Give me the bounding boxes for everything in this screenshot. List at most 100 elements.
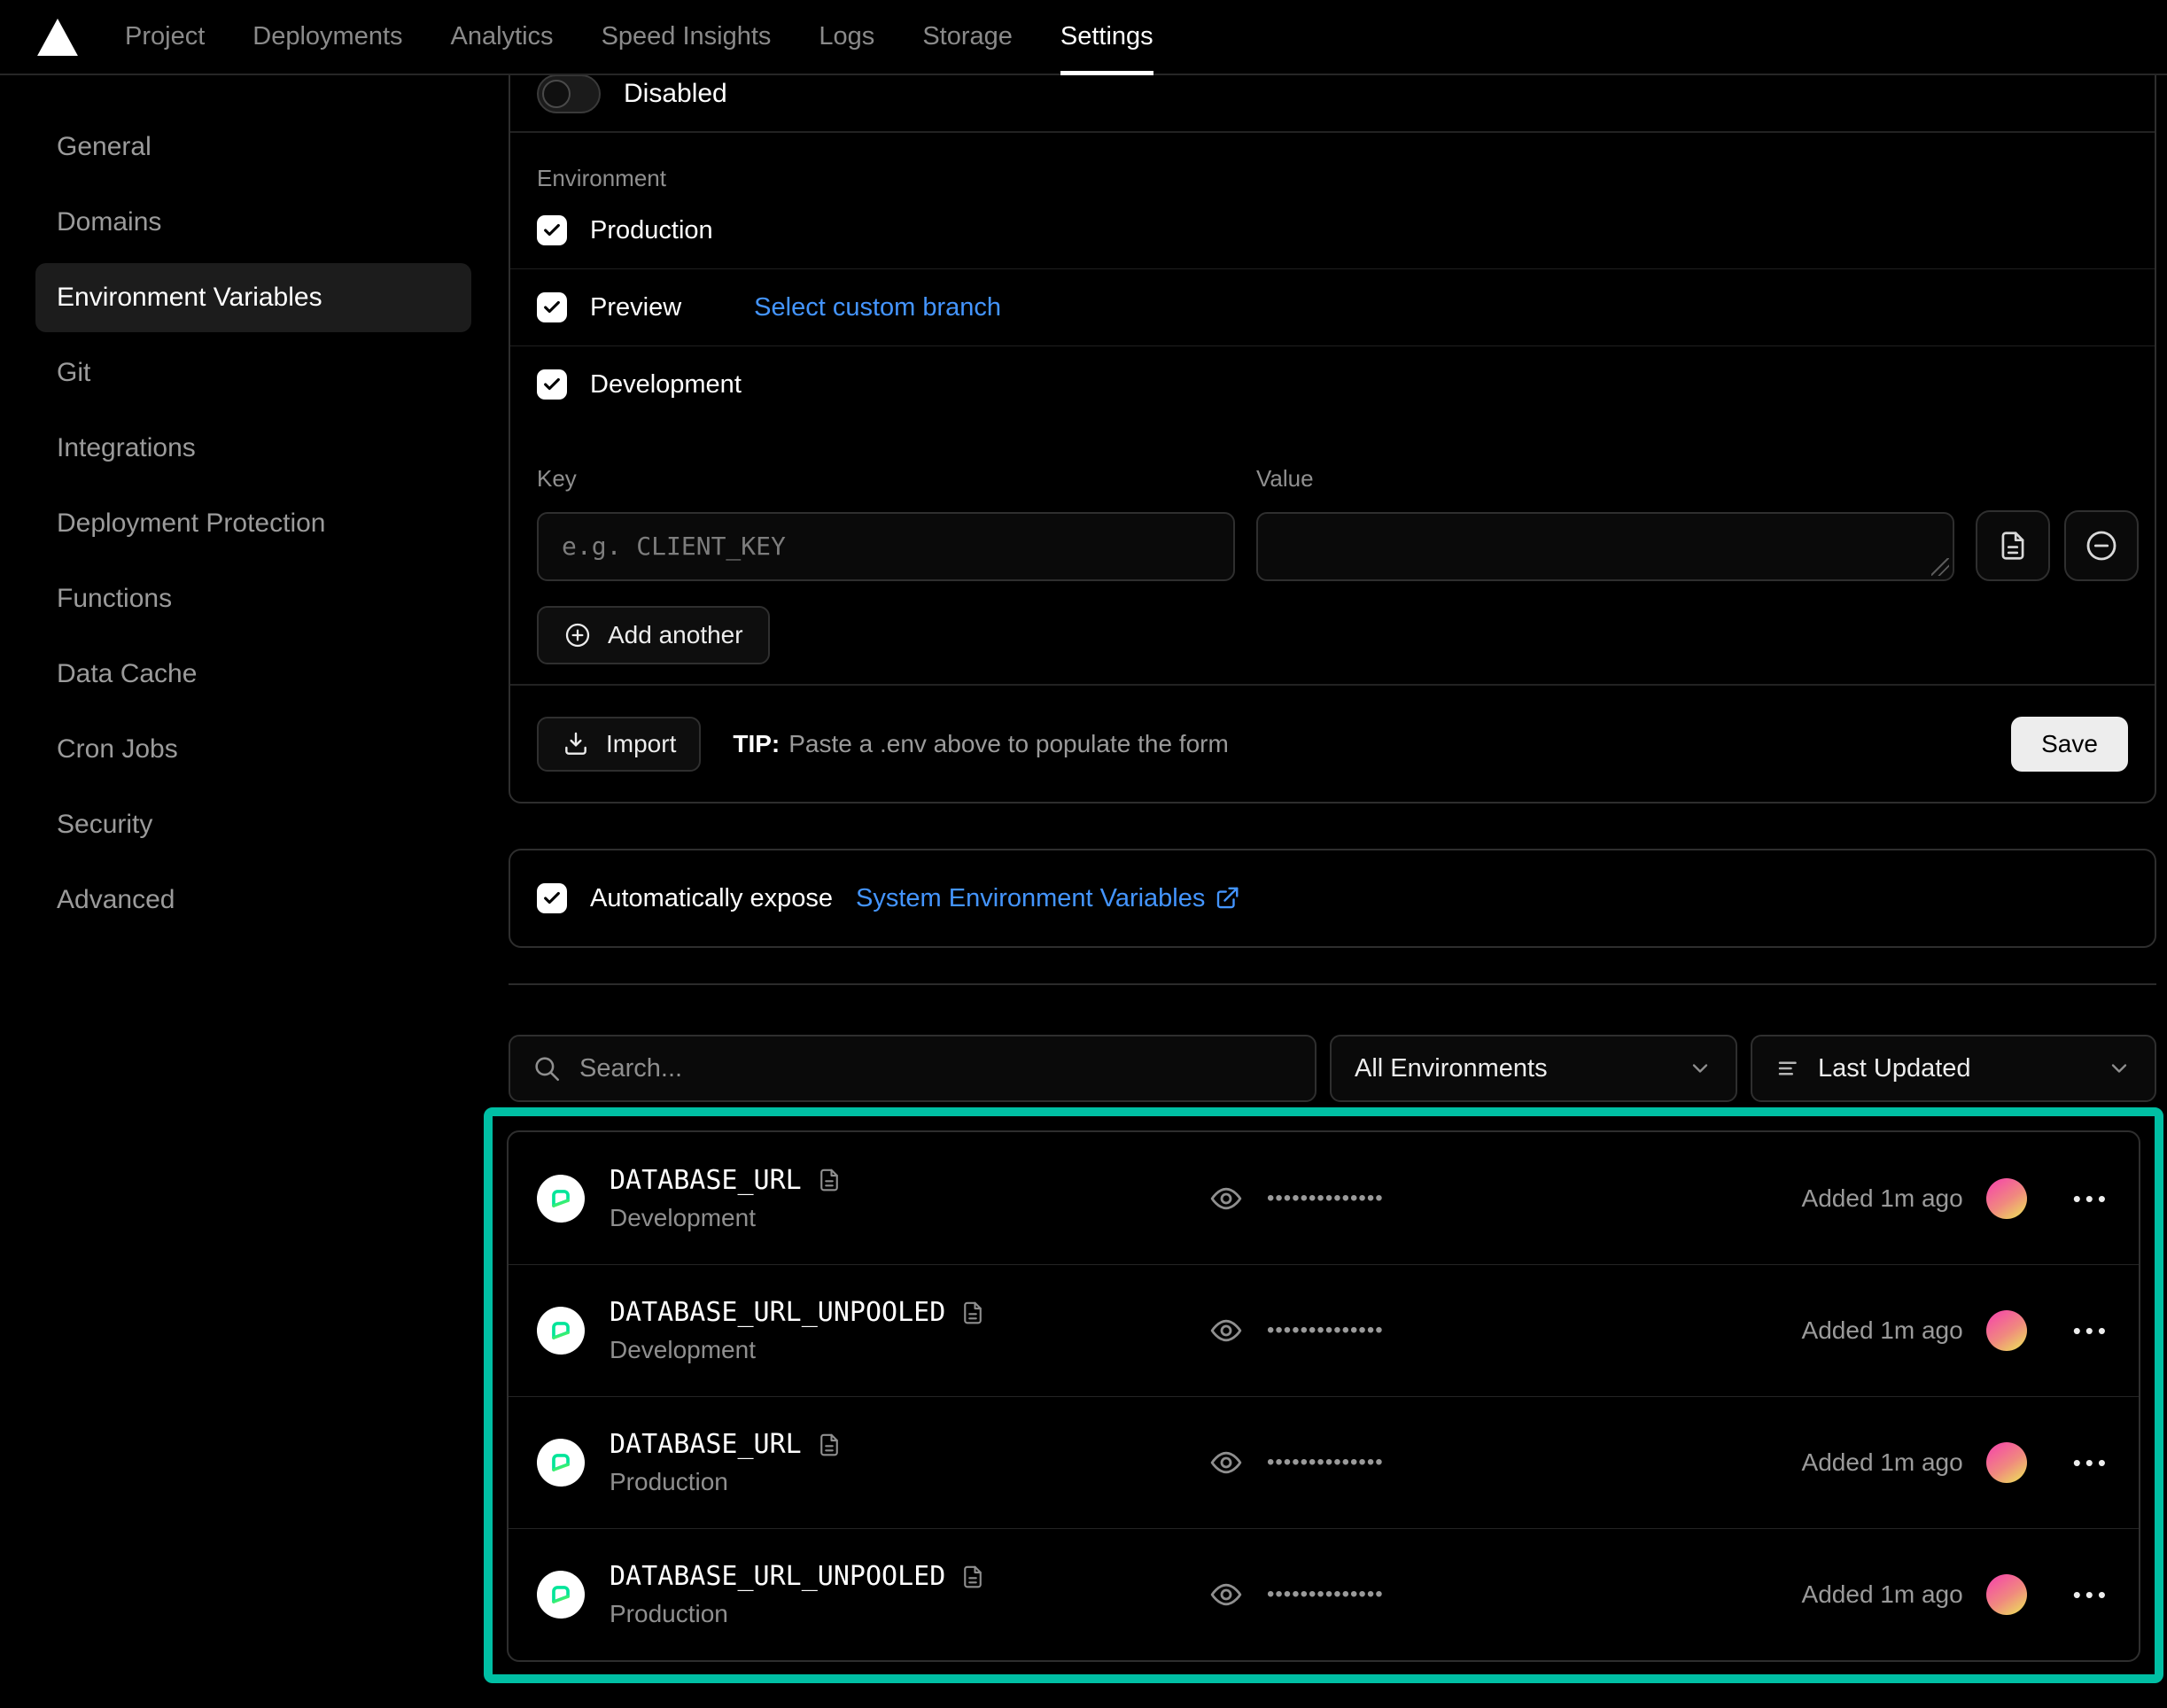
user-avatar [1986, 1178, 2027, 1219]
disabled-toggle[interactable] [537, 74, 601, 113]
row-menu-button[interactable]: ••• [2073, 1319, 2110, 1342]
system-env-variables-link[interactable]: System Environment Variables [856, 884, 1240, 913]
row-menu-button[interactable]: ••• [2073, 1187, 2110, 1210]
sidebar-item-general[interactable]: General [35, 113, 471, 182]
environment-option-preview: Preview Select custom branch [510, 269, 2155, 345]
add-another-label: Add another [608, 621, 743, 649]
system-env-expose-card: Automatically expose System Environment … [509, 849, 2156, 948]
variable-meta: Added 1m ago ••• [1802, 1442, 2110, 1483]
sidebar-item-cron-jobs[interactable]: Cron Jobs [35, 715, 471, 784]
neon-integration-icon [537, 1571, 585, 1619]
development-checkbox[interactable] [537, 369, 567, 400]
note-icon [816, 1167, 843, 1193]
expose-label: Automatically expose [590, 884, 833, 913]
chevron-down-icon [2107, 1056, 2132, 1081]
check-icon [542, 375, 562, 394]
preview-label: Preview [590, 293, 681, 322]
sidebar-item-domains[interactable]: Domains [35, 188, 471, 257]
masked-value: •••••••••••••• [1267, 1450, 1384, 1475]
search-input[interactable] [579, 1054, 1293, 1083]
divider [509, 983, 2156, 985]
variable-environment: Production [610, 1468, 1208, 1496]
sidebar-item-advanced[interactable]: Advanced [35, 866, 471, 935]
added-timestamp: Added 1m ago [1802, 1580, 1963, 1609]
sidebar-item-deployment-protection[interactable]: Deployment Protection [35, 489, 471, 558]
env-variable-row: DATABASE_URL Development •••••••••••••• … [509, 1132, 2139, 1264]
tip-text: TIP:Paste a .env above to populate the f… [733, 730, 1228, 758]
variable-environment: Development [610, 1204, 1208, 1232]
expose-checkbox[interactable] [537, 883, 567, 913]
sidebar-item-integrations[interactable]: Integrations [35, 414, 471, 483]
select-custom-branch-link[interactable]: Select custom branch [754, 293, 1001, 322]
search-icon [532, 1053, 562, 1083]
external-link-icon [1214, 885, 1240, 912]
preview-checkbox[interactable] [537, 292, 567, 322]
variable-meta: Added 1m ago ••• [1802, 1310, 2110, 1351]
sidebar-item-functions[interactable]: Functions [35, 564, 471, 633]
toggle-label: Disabled [624, 79, 727, 109]
sidebar-item-data-cache[interactable]: Data Cache [35, 640, 471, 709]
row-menu-button[interactable]: ••• [2073, 1583, 2110, 1606]
added-timestamp: Added 1m ago [1802, 1448, 1963, 1477]
key-field: Key [537, 465, 1235, 581]
import-label: Import [606, 730, 676, 758]
variable-meta: Added 1m ago ••• [1802, 1178, 2110, 1219]
import-button[interactable]: Import [537, 717, 701, 772]
sort-value: Last Updated [1818, 1054, 1971, 1083]
tip-bold: TIP: [733, 730, 780, 757]
sensitive-toggle-row: Disabled [537, 69, 2155, 119]
nav-tab-deployments[interactable]: Deployments [229, 0, 426, 74]
variable-environment: Production [610, 1600, 1208, 1628]
sort-dropdown[interactable]: Last Updated [1751, 1035, 2156, 1102]
variable-value: •••••••••••••• [1208, 1313, 1384, 1348]
eye-icon [1208, 1577, 1244, 1612]
added-timestamp: Added 1m ago [1802, 1184, 1963, 1213]
top-nav: Project Deployments Analytics Speed Insi… [0, 0, 2167, 75]
remove-row-button[interactable] [2064, 510, 2139, 581]
nav-tab-speed-insights[interactable]: Speed Insights [578, 0, 796, 74]
check-icon [542, 889, 562, 908]
nav-tab-settings[interactable]: Settings [1037, 0, 1177, 74]
user-avatar [1986, 1442, 2027, 1483]
nav-tab-storage[interactable]: Storage [898, 0, 1037, 74]
chevron-down-icon [1688, 1056, 1713, 1081]
key-input[interactable] [537, 512, 1235, 581]
download-icon [562, 730, 590, 758]
variable-value: •••••••••••••• [1208, 1445, 1384, 1480]
variable-identity: DATABASE_URL Development [610, 1165, 1208, 1232]
env-variable-row: DATABASE_URL_UNPOOLED Production •••••••… [509, 1528, 2139, 1660]
variable-value: •••••••••••••• [1208, 1577, 1384, 1612]
eye-icon [1208, 1181, 1244, 1216]
sidebar-item-git[interactable]: Git [35, 338, 471, 408]
nav-tab-logs[interactable]: Logs [795, 0, 898, 74]
row-menu-button[interactable]: ••• [2073, 1451, 2110, 1474]
environment-option-production: Production [510, 192, 2155, 268]
key-label: Key [537, 465, 1235, 493]
document-icon [1996, 529, 2030, 563]
nav-tab-project[interactable]: Project [101, 0, 229, 74]
variable-identity: DATABASE_URL_UNPOOLED Development [610, 1297, 1208, 1364]
nav-tab-analytics[interactable]: Analytics [427, 0, 578, 74]
vercel-settings-screen: Project Deployments Analytics Speed Insi… [0, 0, 2167, 1708]
sidebar-item-environment-variables[interactable]: Environment Variables [35, 263, 471, 332]
divider [510, 131, 2155, 133]
environment-filter-dropdown[interactable]: All Environments [1330, 1035, 1737, 1102]
variable-meta: Added 1m ago ••• [1802, 1574, 2110, 1615]
env-variable-row: DATABASE_URL Production •••••••••••••• A… [509, 1396, 2139, 1528]
note-icon [959, 1300, 986, 1326]
sidebar-item-security[interactable]: Security [35, 790, 471, 859]
save-button[interactable]: Save [2011, 717, 2128, 772]
paste-env-file-button[interactable] [1976, 510, 2050, 581]
variable-name: DATABASE_URL [610, 1165, 802, 1196]
value-input[interactable] [1256, 512, 1954, 581]
add-another-button[interactable]: Add another [537, 606, 770, 664]
production-checkbox[interactable] [537, 215, 567, 245]
key-value-inputs: Key Value [510, 465, 2155, 581]
variables-toolbar: All Environments Last Updated [509, 1035, 2156, 1102]
neon-integration-icon [537, 1307, 585, 1355]
vercel-logo-icon[interactable] [37, 19, 78, 56]
variable-value: •••••••••••••• [1208, 1181, 1384, 1216]
env-variable-row: DATABASE_URL_UNPOOLED Development ••••••… [509, 1264, 2139, 1396]
variable-environment: Development [610, 1336, 1208, 1364]
form-footer: Import TIP:Paste a .env above to populat… [510, 686, 2155, 802]
